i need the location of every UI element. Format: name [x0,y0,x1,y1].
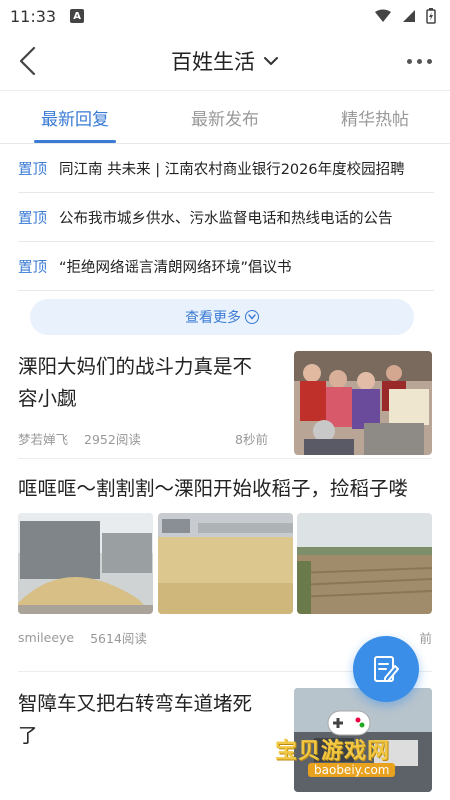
tab-latest-reply[interactable]: 最新回复 [0,91,150,143]
post-time: 8秒前 [235,432,268,447]
back-button[interactable] [12,43,42,79]
post-thumbnail [294,351,432,455]
post-image [157,513,293,614]
post-reads: 5614阅读 [90,631,147,646]
post-title: 哐哐哐～割割割～溧阳开始收稻子，捡稻子喽 [18,477,409,500]
title-bar: 百姓生活 [0,32,450,90]
notification-a-icon: A [70,9,85,23]
post-image [18,513,153,614]
wifi-icon [375,9,391,22]
post-card[interactable]: 溧阳大妈们的战斗力真是不容小觑 梦若婵飞 2952阅读 8秒前 [18,335,432,459]
signal-icon [403,10,415,22]
status-time: 11:33 [10,6,57,26]
pinned-title: “拒绝网络谣言清朗网络环境”倡议书 [59,259,292,276]
post-time: 前 [419,631,432,646]
pinned-tag: 置顶 [18,161,47,178]
more-dot-icon [407,58,412,64]
status-bar: 11:33 A [0,0,450,32]
post-reads: 2952阅读 [84,432,141,447]
pinned-item[interactable]: 置顶 “拒绝网络谣言清朗网络环境”倡议书 [18,242,434,291]
tab-bar: 最新回复 最新发布 精华热帖 [0,90,450,144]
see-more-label: 查看更多 [185,310,241,326]
pinned-tag: 置顶 [18,259,47,276]
pinned-title: 公布我市城乡供水、污水监督电话和热线电话的公告 [59,210,393,227]
post-author: 梦若婵飞 [18,432,69,447]
chevron-left-icon [19,46,36,76]
chevron-down-circle-icon [245,310,259,324]
tab-latest-post[interactable]: 最新发布 [150,91,300,143]
pinned-title: 同江南 共未来 | 江南农村商业银行2026年度校园招聘 [59,161,405,178]
more-menu-button[interactable] [401,51,438,72]
pinned-item[interactable]: 置顶 同江南 共未来 | 江南农村商业银行2026年度校园招聘 [18,144,434,193]
pinned-list: 置顶 同江南 共未来 | 江南农村商业银行2026年度校园招聘 置顶 公布我市城… [0,144,450,291]
post-feed: 溧阳大妈们的战斗力真是不容小觑 梦若婵飞 2952阅读 8秒前 哐哐哐～割割割～… [0,335,450,792]
battery-icon [426,8,436,24]
post-title: 智障车又把右转弯车道堵死了 [18,692,253,747]
pinned-tag: 置顶 [18,210,47,227]
post-image [297,513,432,614]
edit-note-icon [374,656,399,682]
post-author: smileeye [18,630,75,645]
more-dot-icon [417,58,422,64]
post-title: 溧阳大妈们的战斗力真是不容小觑 [18,355,253,410]
chevron-down-icon [264,57,278,65]
pinned-item[interactable]: 置顶 公布我市城乡供水、污水监督电话和热线电话的公告 [18,193,434,242]
tab-featured[interactable]: 精华热帖 [300,91,450,143]
more-dot-icon [427,58,432,64]
post-thumbnail [294,688,432,792]
forum-title-dropdown[interactable]: 百姓生活 [171,46,279,76]
page-title: 百姓生活 [171,50,255,74]
see-more-button[interactable]: 查看更多 [30,299,414,335]
compose-post-button[interactable] [353,636,419,702]
